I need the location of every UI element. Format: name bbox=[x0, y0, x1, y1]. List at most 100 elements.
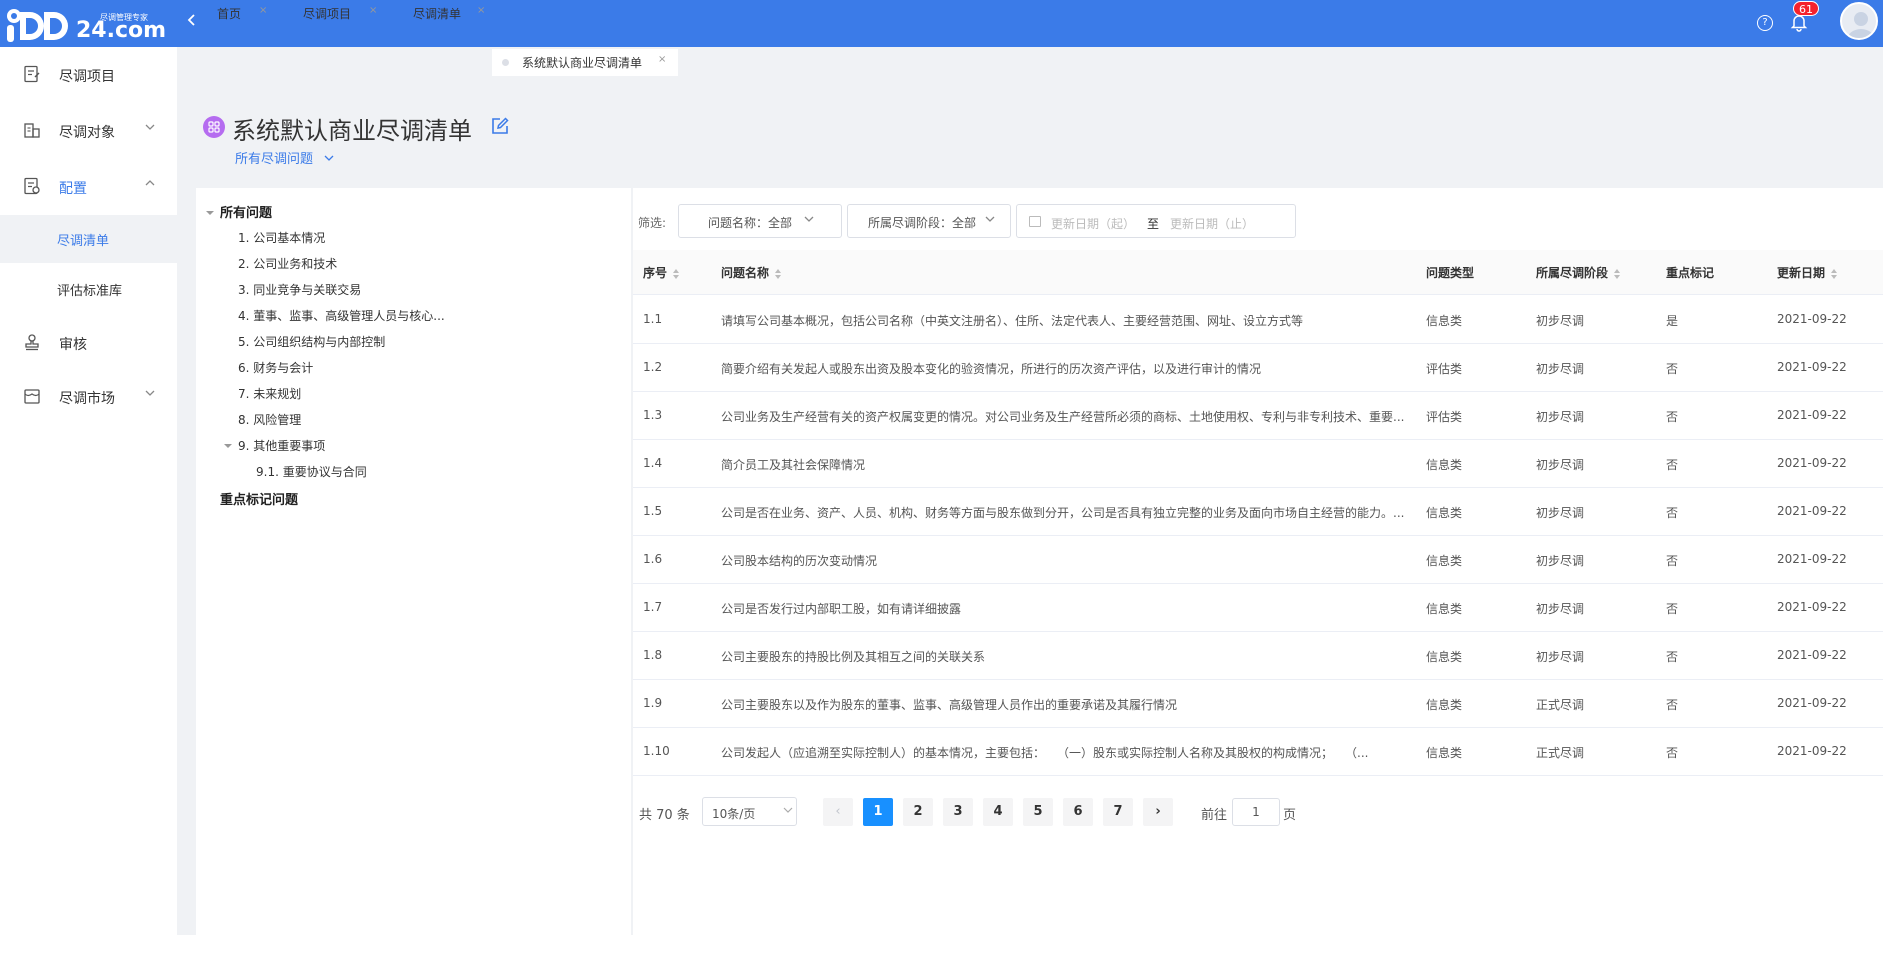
sort-icon[interactable] bbox=[1830, 268, 1838, 280]
table-row[interactable]: 1.4 简介员工及其社会保障情况 信息类 初步尽调 否 2021-09-22 bbox=[633, 440, 1883, 488]
page-button[interactable]: 1 bbox=[863, 798, 893, 826]
page-size-select[interactable]: 10条/页 bbox=[702, 797, 797, 826]
sidebar-item-review[interactable]: 审核 bbox=[0, 319, 177, 367]
help-icon[interactable]: ? bbox=[1757, 15, 1773, 31]
sidebar-item-targets[interactable]: 尽调对象 bbox=[0, 107, 177, 155]
caret-down-icon[interactable] bbox=[223, 441, 233, 451]
project-icon bbox=[24, 65, 40, 83]
date-range-separator: 至 bbox=[1147, 217, 1160, 231]
stage-select[interactable]: 所属尽调阶段：全部 bbox=[847, 204, 1011, 238]
goto-page-input[interactable] bbox=[1232, 798, 1280, 826]
sidebar-item-config[interactable]: 配置 bbox=[0, 163, 177, 211]
collapse-sidebar-button[interactable] bbox=[185, 10, 205, 32]
cell-seq: 1.7 bbox=[643, 600, 663, 614]
tree-node[interactable]: 6. 财务与会计 bbox=[238, 359, 313, 376]
tree-node[interactable]: 5. 公司组织结构与内部控制 bbox=[238, 333, 385, 350]
tree-node[interactable]: 7. 未来规划 bbox=[238, 385, 301, 402]
sidebar-subitem-label: 评估标准库 bbox=[57, 284, 123, 299]
column-header-name[interactable]: 问题名称 bbox=[721, 264, 782, 281]
table-row[interactable]: 1.10 公司发起人（应追溯至实际控制人）的基本情况，主要包括： （一）股东或实… bbox=[633, 728, 1883, 776]
close-icon[interactable]: × bbox=[259, 5, 267, 16]
page-button[interactable]: 4 bbox=[983, 798, 1013, 826]
table-row[interactable]: 1.8 公司主要股东的持股比例及其相互之间的关联关系 信息类 初步尽调 否 20… bbox=[633, 632, 1883, 680]
question-tree-panel bbox=[196, 188, 631, 935]
sidebar-item-label: 尽调对象 bbox=[59, 125, 115, 141]
next-page-button[interactable]: › bbox=[1143, 798, 1173, 826]
cell-stage: 正式尽调 bbox=[1536, 746, 1585, 760]
page-button[interactable]: 5 bbox=[1023, 798, 1053, 826]
cell-stage: 正式尽调 bbox=[1536, 698, 1585, 712]
sort-icon[interactable] bbox=[774, 268, 782, 280]
page-size-value: 10条/页 bbox=[712, 807, 756, 821]
tree-node[interactable]: 2. 公司业务和技术 bbox=[238, 255, 337, 272]
sidebar-item-projects[interactable]: 尽调项目 bbox=[0, 51, 177, 99]
chevron-down-icon bbox=[804, 216, 814, 222]
table-header: 序号 问题名称 问题类型 所属尽调阶段 重点标记 更新日期 bbox=[633, 250, 1883, 295]
question-name-select[interactable]: 问题名称：全部 bbox=[678, 204, 842, 238]
date-start-input[interactable]: 更新日期（起） bbox=[1051, 215, 1135, 232]
table-row[interactable]: 1.2 简要介绍有关发起人或股东出资及股本变化的验资情况，所进行的历次资产评估，… bbox=[633, 344, 1883, 392]
page-button[interactable]: 2 bbox=[903, 798, 933, 826]
goto-page-suffix: 页 bbox=[1283, 808, 1297, 823]
tab-checklist[interactable]: 尽调清单 × bbox=[400, 0, 492, 27]
cell-type: 信息类 bbox=[1426, 506, 1463, 520]
sort-icon[interactable] bbox=[1613, 268, 1621, 280]
building-icon bbox=[24, 123, 40, 138]
caret-down-icon[interactable] bbox=[205, 208, 215, 218]
column-header-type: 问题类型 bbox=[1426, 266, 1475, 280]
table-row[interactable]: 1.6 公司股本结构的历次变动情况 信息类 初步尽调 否 2021-09-22 bbox=[633, 536, 1883, 584]
tree-node[interactable]: 3. 同业竞争与关联交易 bbox=[238, 281, 361, 298]
column-header-date[interactable]: 更新日期 bbox=[1777, 264, 1838, 281]
table-row[interactable]: 1.9 公司主要股东以及作为股东的董事、监事、高级管理人员作出的重要承诺及其履行… bbox=[633, 680, 1883, 728]
cell-stage: 初步尽调 bbox=[1536, 362, 1585, 376]
avatar[interactable] bbox=[1840, 2, 1878, 40]
sidebar-item-label: 审核 bbox=[59, 337, 87, 353]
column-header-stage[interactable]: 所属尽调阶段 bbox=[1536, 264, 1621, 281]
cell-mark: 否 bbox=[1666, 362, 1679, 376]
cell-date: 2021-09-22 bbox=[1777, 456, 1847, 470]
question-scope-dropdown[interactable]: 所有尽调问题 bbox=[235, 148, 335, 167]
column-header-seq[interactable]: 序号 bbox=[643, 264, 680, 281]
table-row[interactable]: 1.7 公司是否发行过内部职工股，如有请详细披露 信息类 初步尽调 否 2021… bbox=[633, 584, 1883, 632]
cell-date: 2021-09-22 bbox=[1777, 648, 1847, 662]
tree-node-marked[interactable]: 重点标记问题 bbox=[220, 489, 298, 508]
edit-icon[interactable] bbox=[490, 116, 510, 136]
tree-node[interactable]: 1. 公司基本情况 bbox=[238, 229, 325, 246]
close-icon[interactable]: × bbox=[369, 5, 377, 16]
tree-node-root[interactable]: 所有问题 bbox=[220, 202, 272, 221]
logo[interactable]: 尽调管理专家 24.com bbox=[4, 4, 166, 44]
page-button[interactable]: 3 bbox=[943, 798, 973, 826]
user-avatar-icon bbox=[1847, 12, 1875, 38]
tab-label: 首页 bbox=[217, 7, 242, 21]
tab-home[interactable]: 首页 × bbox=[203, 0, 283, 27]
sidebar-item-label: 配置 bbox=[59, 181, 87, 197]
sidebar-subitem-standards[interactable]: 评估标准库 bbox=[0, 265, 177, 313]
table-row[interactable]: 公司业务及生产经营有关的资产权属变更的情况。对公司业务及生产经营所必须的商标、土… bbox=[633, 392, 1883, 440]
sidebar-subitem-checklist[interactable]: 尽调清单 bbox=[0, 215, 177, 263]
date-end-input[interactable]: 更新日期（止） bbox=[1170, 215, 1254, 232]
tree-node-child[interactable]: 9.1. 重要协议与合同 bbox=[256, 463, 367, 480]
market-icon bbox=[24, 389, 40, 404]
sort-icon[interactable] bbox=[672, 268, 680, 280]
page-button[interactable]: 7 bbox=[1103, 798, 1133, 826]
cell-mark: 否 bbox=[1666, 650, 1679, 664]
tree-node[interactable]: 4. 董事、监事、高级管理人员与核心... bbox=[238, 307, 445, 324]
close-icon[interactable]: × bbox=[658, 54, 666, 65]
cell-stage: 初步尽调 bbox=[1536, 410, 1585, 424]
sidebar: 尽调项目 尽调对象 配置 尽调清单 评估标准库 审核 尽调市场 bbox=[0, 47, 177, 965]
tab-default-checklist[interactable]: 系统默认商业尽调清单 × bbox=[492, 49, 678, 76]
chevron-down-icon bbox=[324, 155, 334, 161]
table-row[interactable]: 1.1 请填写公司基本概况，包括公司名称（中英文注册名）、住所、法定代表人、主要… bbox=[633, 296, 1883, 344]
tab-projects[interactable]: 尽调项目 × bbox=[290, 0, 390, 27]
page-button[interactable]: 6 bbox=[1063, 798, 1093, 826]
prev-page-button[interactable]: ‹ bbox=[823, 798, 853, 826]
close-icon[interactable]: × bbox=[477, 5, 485, 16]
table-row[interactable]: 1.5 公司是否在业务、资产、人员、机构、财务等方面与股东做到分开，公司是否具有… bbox=[633, 488, 1883, 536]
cell-mark: 否 bbox=[1666, 458, 1679, 472]
update-date-range-picker[interactable]: 更新日期（起） 至 更新日期（止） bbox=[1016, 204, 1296, 238]
sidebar-item-market[interactable]: 尽调市场 bbox=[0, 373, 177, 421]
tree-node[interactable]: 9. 其他重要事项 bbox=[238, 437, 325, 454]
cell-date: 2021-09-22 bbox=[1777, 312, 1847, 326]
tree-node[interactable]: 8. 风险管理 bbox=[238, 411, 301, 428]
cell-name: 请填写公司基本概况，包括公司名称（中英文注册名）、住所、法定代表人、主要经营范围… bbox=[721, 314, 1304, 328]
